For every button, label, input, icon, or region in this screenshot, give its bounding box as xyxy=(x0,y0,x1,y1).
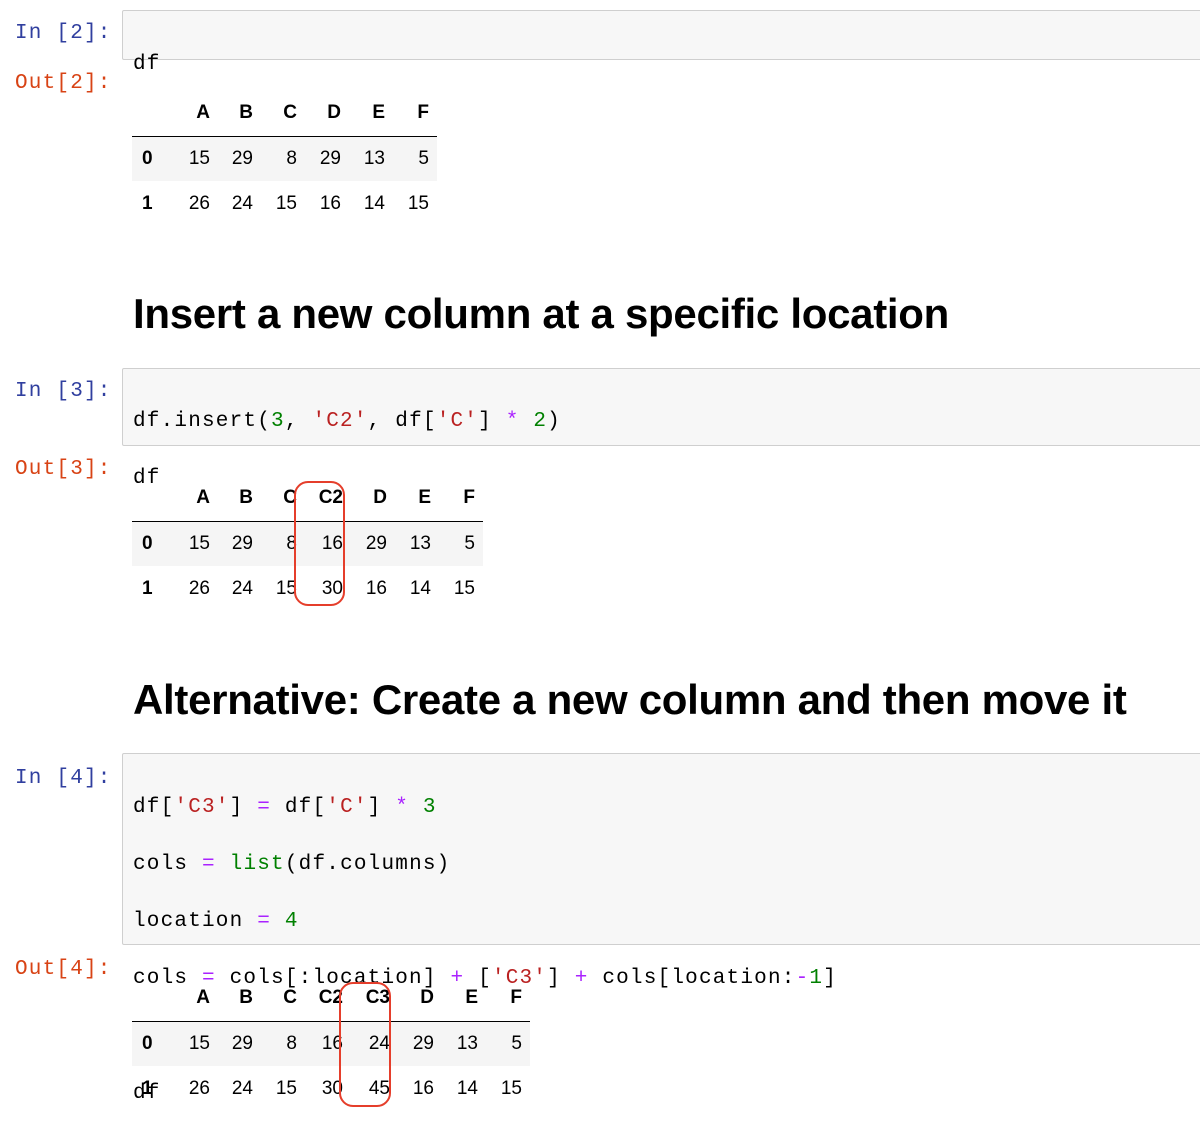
table-cell: 5 xyxy=(511,1032,522,1054)
table-cell: 13 xyxy=(409,532,431,554)
table-cell: 15 xyxy=(453,577,475,599)
code-input-2[interactable]: df xyxy=(133,22,161,79)
column-header: C xyxy=(261,975,305,1022)
table-cell: 8 xyxy=(286,147,297,169)
table-cell: 29 xyxy=(231,1032,253,1054)
row-index: 1 xyxy=(142,192,153,214)
row-index: 0 xyxy=(142,147,153,169)
row-index: 1 xyxy=(142,1077,153,1099)
table-cell: 13 xyxy=(363,147,385,169)
table-cell: 5 xyxy=(464,532,475,554)
table-cell: 15 xyxy=(407,192,429,214)
table-header-row: A B C C2 C3 D E F xyxy=(132,975,530,1022)
column-header: A xyxy=(175,475,218,522)
table-cell: 26 xyxy=(188,577,210,599)
code-line: df['C3'] = df['C'] * 3 xyxy=(133,795,437,819)
table-cell: 14 xyxy=(409,577,431,599)
table-cell: 24 xyxy=(231,192,253,214)
index-header xyxy=(132,475,175,522)
column-header: A xyxy=(175,90,218,137)
column-header: F xyxy=(439,475,483,522)
table-cell: 13 xyxy=(456,1032,478,1054)
column-header: F xyxy=(486,975,530,1022)
out-prompt-2: Out[2]: xyxy=(15,72,112,95)
table-cell: 5 xyxy=(418,147,429,169)
code-cell-2[interactable] xyxy=(122,10,1200,60)
table-cell: 26 xyxy=(188,192,210,214)
table-row: 1 26 24 15 16 14 15 xyxy=(132,181,437,226)
code-line: df.insert(3, 'C2', df['C'] * 2) xyxy=(133,409,561,433)
highlight-c2-column xyxy=(294,481,345,606)
table-cell: 15 xyxy=(188,147,210,169)
column-header: C xyxy=(261,90,305,137)
in-prompt-4: In [4]: xyxy=(15,767,112,790)
column-header: D xyxy=(351,475,395,522)
code-line: cols = list(df.columns) xyxy=(133,852,451,876)
table-cell: 15 xyxy=(500,1077,522,1099)
code-line: location = 4 xyxy=(133,909,299,933)
table-cell: 14 xyxy=(456,1077,478,1099)
out-prompt-4: Out[4]: xyxy=(15,958,112,981)
table-cell: 16 xyxy=(412,1077,434,1099)
table-cell: 15 xyxy=(275,1077,297,1099)
in-prompt-2: In [2]: xyxy=(15,22,112,45)
column-header: B xyxy=(218,90,261,137)
column-header: E xyxy=(442,975,486,1022)
table-cell: 24 xyxy=(231,577,253,599)
code-line: df xyxy=(133,52,161,76)
table-cell: 29 xyxy=(412,1032,434,1054)
table-row: 0 15 29 8 29 13 5 xyxy=(132,136,437,181)
table-header-row: A B C D E F xyxy=(132,90,437,137)
table-cell: 15 xyxy=(188,1032,210,1054)
table-cell: 14 xyxy=(363,192,385,214)
column-header: D xyxy=(398,975,442,1022)
table-row: 0 15 29 8 16 24 29 13 5 xyxy=(132,1021,530,1066)
markdown-heading-insert: Insert a new column at a specific locati… xyxy=(133,290,949,337)
out-prompt-3: Out[3]: xyxy=(15,458,112,481)
table-cell: 29 xyxy=(365,532,387,554)
in-prompt-3: In [3]: xyxy=(15,380,112,403)
table-cell: 24 xyxy=(231,1077,253,1099)
row-index: 0 xyxy=(142,1032,153,1054)
column-header: E xyxy=(395,475,439,522)
column-header: D xyxy=(305,90,349,137)
highlight-c3-column xyxy=(339,982,391,1107)
table-cell: 15 xyxy=(275,192,297,214)
table-cell: 29 xyxy=(231,147,253,169)
row-index: 0 xyxy=(142,532,153,554)
index-header xyxy=(132,90,175,137)
table-cell: 16 xyxy=(365,577,387,599)
dataframe-output-2: A B C D E F 0 15 29 8 29 13 5 1 26 24 15… xyxy=(132,90,437,226)
column-header: F xyxy=(393,90,437,137)
table-cell: 29 xyxy=(231,532,253,554)
column-header: A xyxy=(175,975,218,1022)
markdown-heading-alternative: Alternative: Create a new column and the… xyxy=(133,676,1127,723)
row-index: 1 xyxy=(142,577,153,599)
index-header xyxy=(132,975,175,1022)
column-header: E xyxy=(349,90,393,137)
table-cell: 15 xyxy=(188,532,210,554)
dataframe-output-4: A B C C2 C3 D E F 0 15 29 8 16 24 29 13 … xyxy=(132,975,530,1111)
table-cell: 29 xyxy=(319,147,341,169)
table-cell: 26 xyxy=(188,1077,210,1099)
column-header: B xyxy=(218,475,261,522)
table-cell: 16 xyxy=(319,192,341,214)
column-header: B xyxy=(218,975,261,1022)
table-row: 1 26 24 15 30 45 16 14 15 xyxy=(132,1066,530,1111)
table-cell: 8 xyxy=(286,1032,297,1054)
